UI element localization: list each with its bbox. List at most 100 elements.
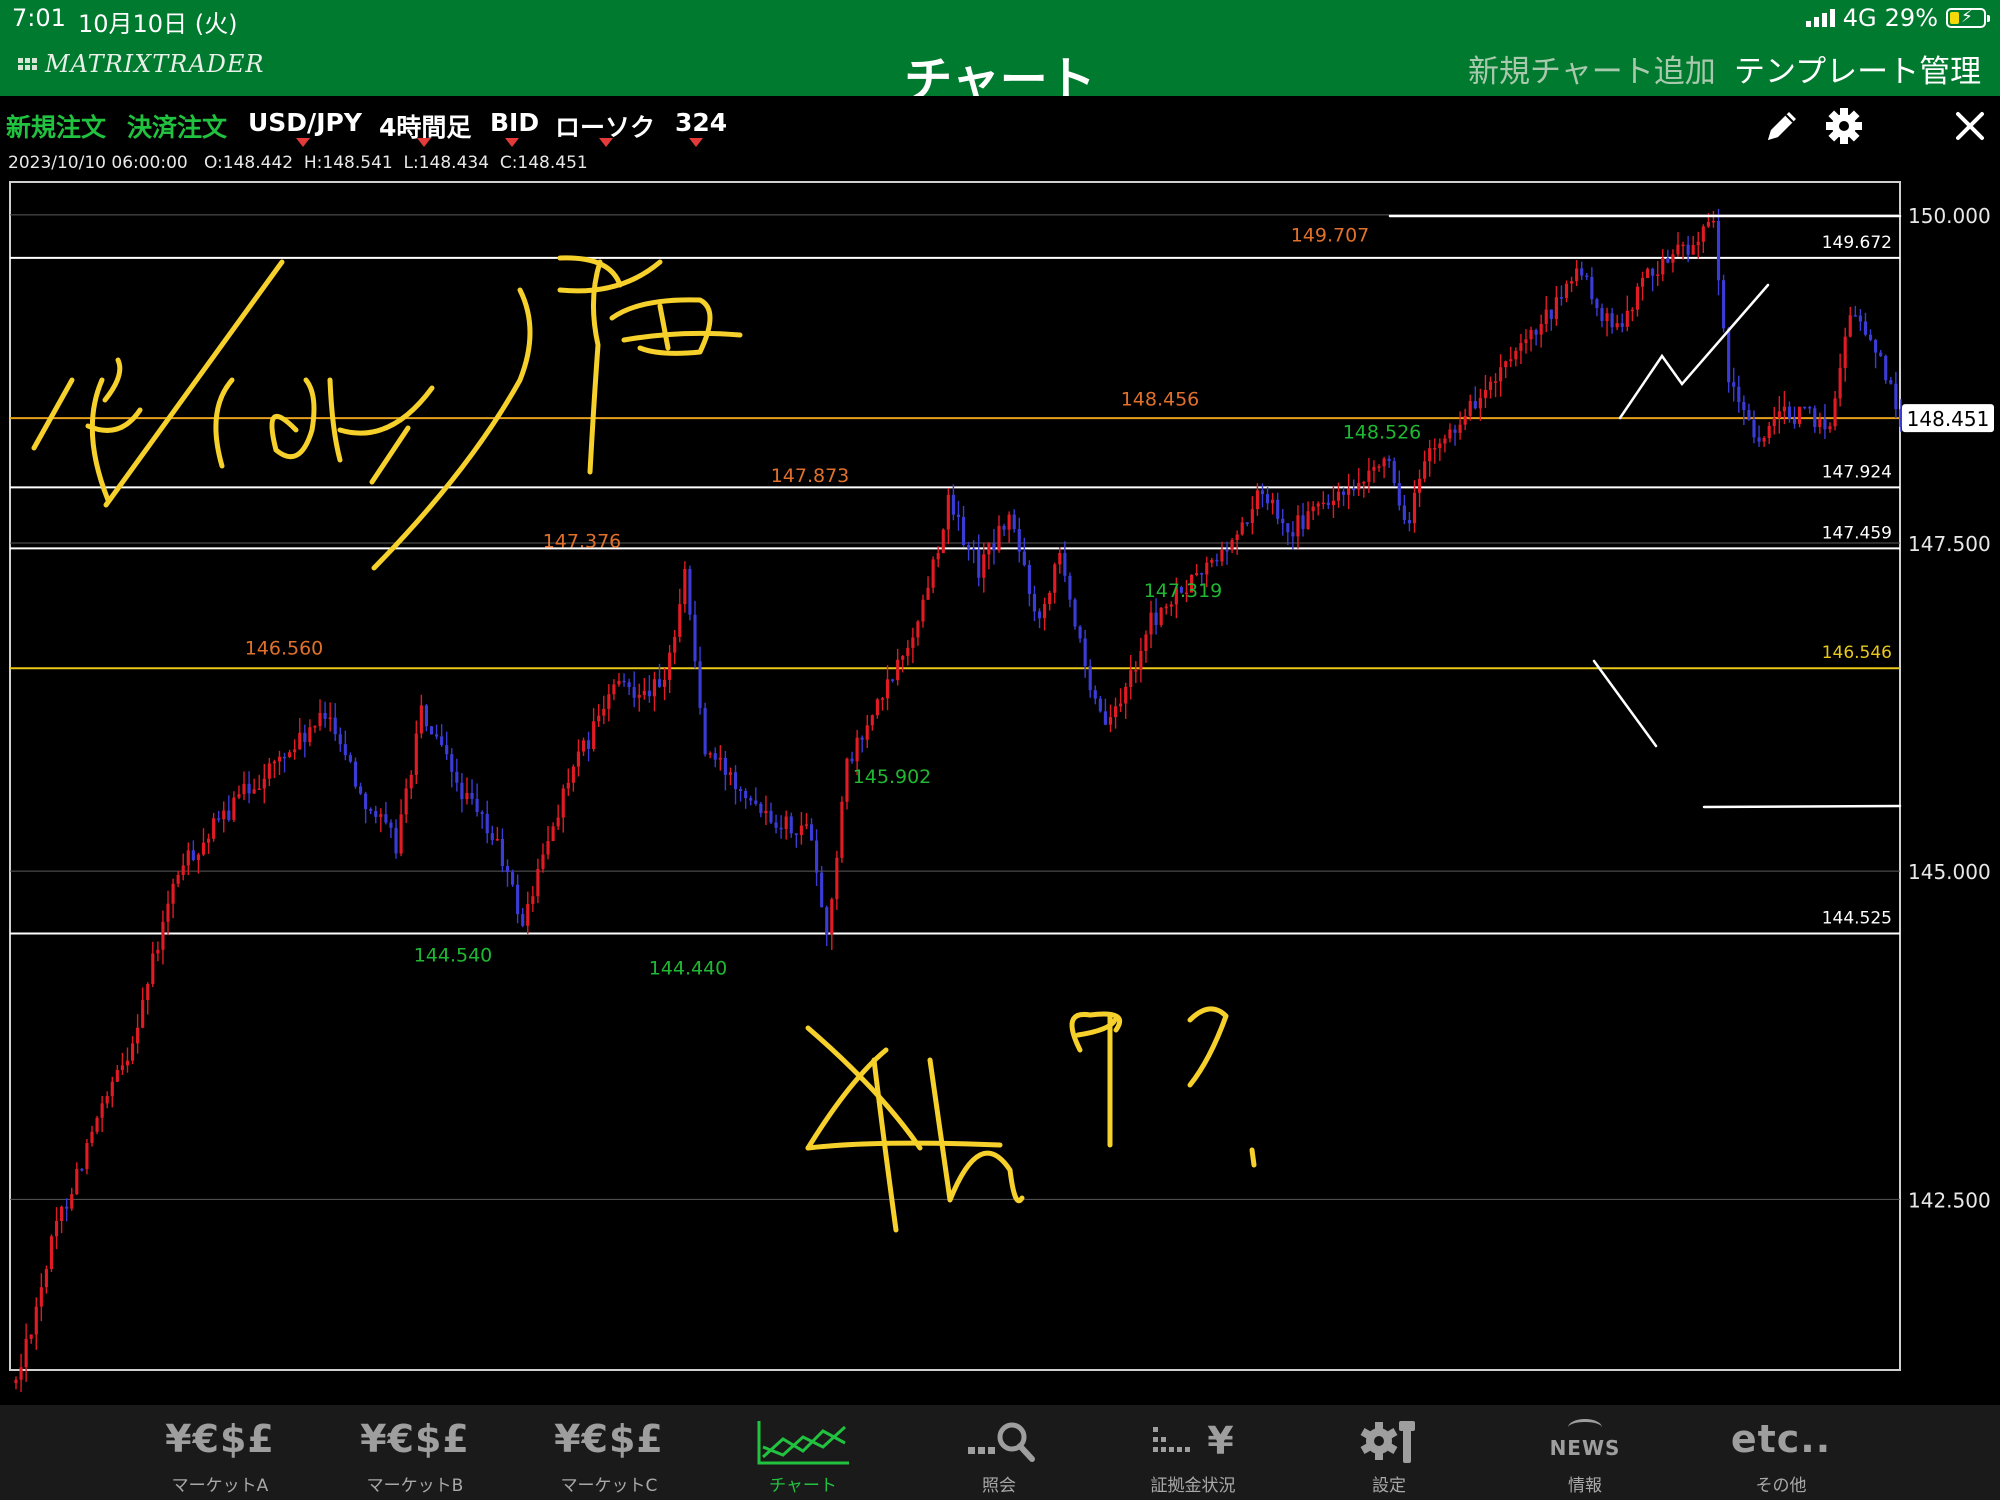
candle-body	[1833, 398, 1837, 427]
candle-body	[1499, 367, 1503, 382]
candle-body	[799, 825, 803, 836]
candle-body	[1777, 411, 1781, 419]
candle-body	[1235, 534, 1239, 540]
candle-body	[166, 903, 170, 922]
candle-body	[460, 782, 464, 800]
last-price-value: 148.451	[1907, 407, 1990, 431]
candle-body	[663, 679, 667, 687]
horizontal-line-label: 146.546	[1822, 643, 1892, 663]
handwriting-stroke	[327, 377, 343, 463]
candles	[14, 208, 1903, 1393]
candle-body	[1752, 419, 1756, 438]
candle-body	[455, 771, 459, 783]
candle-body	[1286, 523, 1290, 533]
candle-body	[379, 814, 383, 817]
news-icon-text: NEWS	[1549, 1436, 1621, 1460]
candle-body	[313, 726, 317, 728]
candle-body	[1139, 651, 1143, 671]
candle-body	[318, 712, 322, 727]
candle-body	[1428, 448, 1432, 462]
candle-body	[961, 516, 966, 546]
candle-body	[1620, 323, 1624, 327]
candle-body	[1113, 706, 1118, 718]
handwriting-stroke	[103, 259, 285, 508]
candle-body	[607, 694, 611, 709]
candle-body	[820, 872, 824, 908]
candle-body	[1012, 514, 1016, 530]
candle-body	[1803, 406, 1807, 409]
candle-body	[136, 1027, 140, 1044]
tab-label: 情報	[1568, 1476, 1602, 1496]
candle-body	[1671, 254, 1675, 263]
candle-body	[1549, 309, 1553, 319]
tab-news[interactable]: NEWS 情報	[1510, 1405, 1660, 1500]
candle-body	[65, 1206, 69, 1209]
tab-market-a[interactable]: ¥€$£ マーケットA	[145, 1405, 295, 1500]
candle-body	[1124, 686, 1128, 704]
candle-body	[891, 679, 895, 681]
candle-body	[1762, 437, 1766, 442]
candle-body	[1357, 482, 1361, 490]
candle-body	[683, 568, 687, 605]
candle-body	[744, 790, 748, 799]
tab-inquiry[interactable]: 照会	[924, 1405, 1074, 1500]
tab-market-c[interactable]: ¥€$£ マーケットC	[534, 1405, 684, 1500]
candle-body	[475, 798, 479, 813]
candle-body	[1043, 604, 1047, 619]
tab-settings[interactable]: 設定	[1314, 1405, 1464, 1500]
candle-body	[657, 679, 662, 687]
candle-body	[480, 812, 484, 814]
low-price-label: 148.526	[1343, 421, 1422, 443]
candle-body	[1423, 461, 1427, 479]
tab-chart[interactable]: チャート	[728, 1405, 878, 1500]
candle-body	[769, 810, 773, 823]
tab-market-b[interactable]: ¥€$£ マーケットB	[340, 1405, 490, 1500]
candle-body	[369, 809, 373, 811]
tab-margin-status[interactable]: ¥ 証拠金状況	[1118, 1405, 1268, 1500]
candle-body	[1205, 562, 1209, 575]
candle-body	[217, 818, 221, 820]
candle-body	[1514, 350, 1518, 360]
candle-body	[1169, 604, 1173, 607]
candle-body	[181, 865, 185, 875]
candle-body	[936, 553, 940, 560]
candle-body	[34, 1306, 38, 1335]
candle-body	[1468, 401, 1472, 416]
candle-body	[733, 772, 738, 790]
candle-body	[277, 756, 282, 762]
candle-body	[1666, 258, 1670, 263]
candle-body	[1306, 511, 1310, 530]
price-chart[interactable]: 149.672 147.924 147.459 146.546 144.525 149.…	[0, 0, 2000, 1405]
etc-icon: etc..	[1730, 1417, 1832, 1461]
yen-icon: ¥	[1207, 1419, 1235, 1463]
candle-body	[237, 794, 241, 798]
candle-body	[1651, 268, 1655, 276]
candle-body	[1417, 478, 1422, 493]
candle-body	[693, 614, 697, 662]
handwriting-stroke	[369, 425, 411, 485]
high-price-label: 147.376	[543, 530, 622, 552]
candle-body	[1412, 492, 1417, 524]
candle-body	[642, 690, 646, 695]
candle-body	[885, 679, 890, 699]
candle-body	[358, 786, 363, 794]
candle-body	[531, 896, 535, 904]
candle-body	[404, 788, 408, 815]
candle-body	[247, 783, 251, 794]
candle-body	[840, 801, 844, 858]
tab-other[interactable]: etc.. その他	[1706, 1405, 1856, 1500]
candle-body	[1347, 488, 1351, 495]
candle-body	[1032, 594, 1037, 612]
search-icon	[924, 1417, 1074, 1465]
candle-body	[784, 816, 788, 829]
candle-body	[1448, 429, 1452, 439]
candle-body	[1164, 606, 1168, 609]
candle-body	[1681, 244, 1685, 247]
candle-body	[120, 1065, 124, 1071]
candle-body	[24, 1338, 28, 1368]
candle-body	[1504, 361, 1508, 368]
candle-body	[830, 899, 834, 935]
candle-body	[1575, 268, 1579, 282]
candle-body	[308, 727, 312, 743]
candle-body	[1200, 573, 1204, 575]
